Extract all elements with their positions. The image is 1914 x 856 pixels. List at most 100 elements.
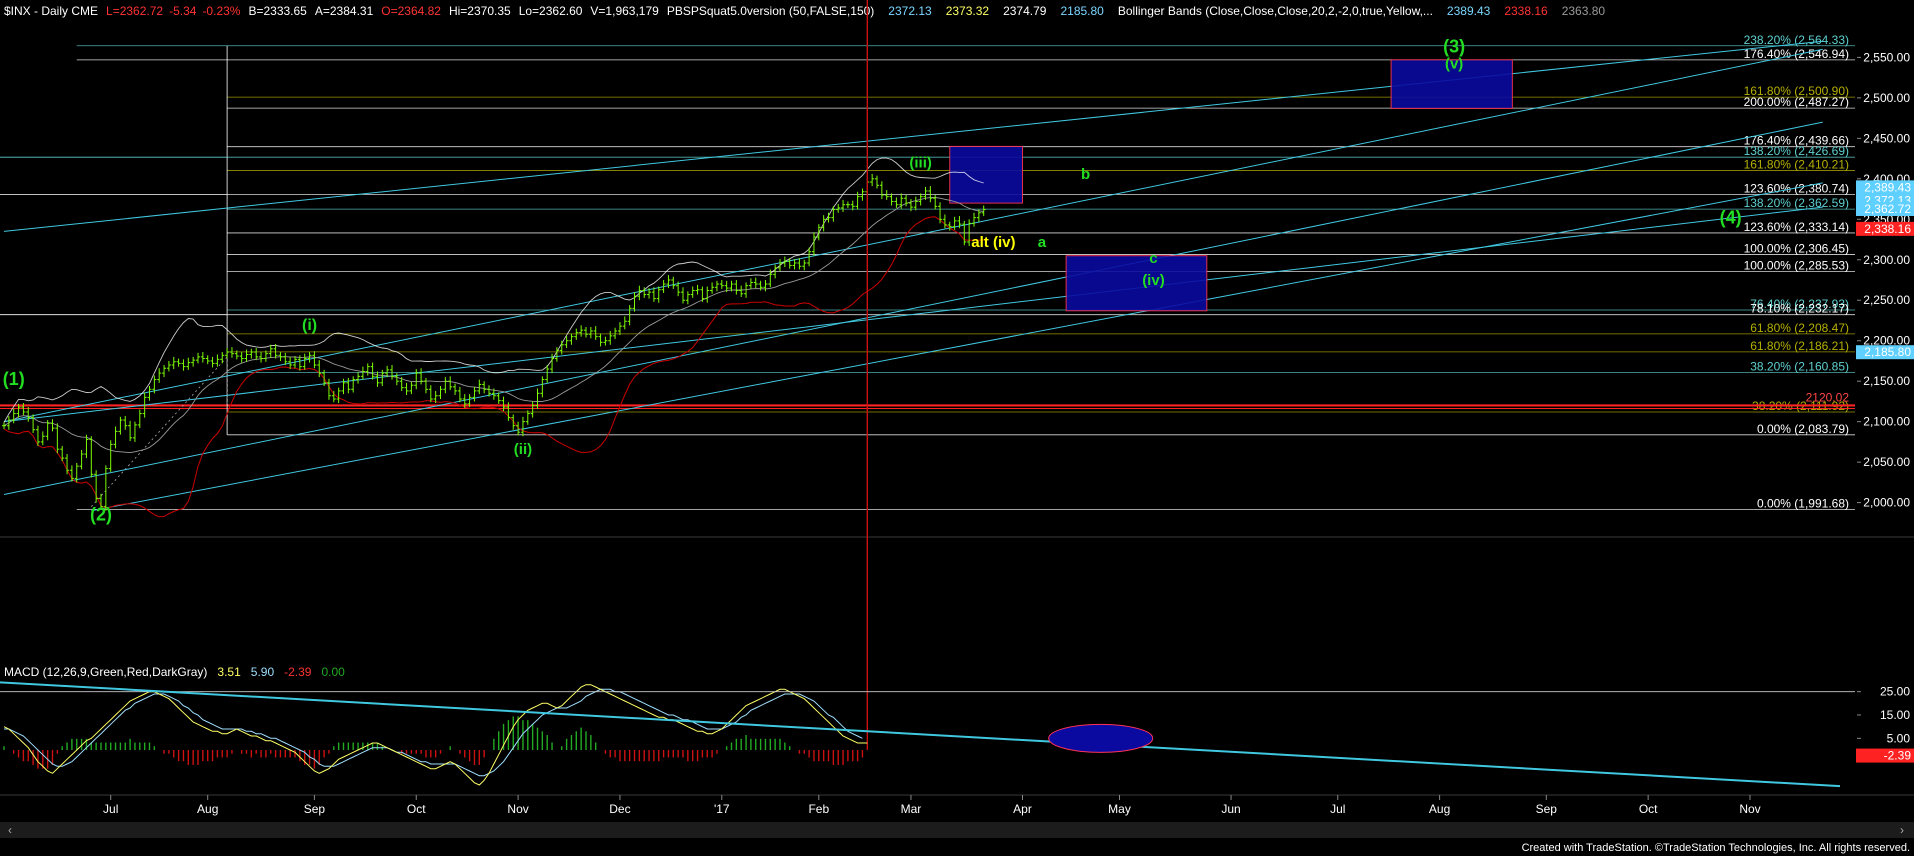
fib-level-label: 123.60% (2,333.14) (1744, 220, 1849, 234)
fib-level-label: 176.40% (2,546.94) (1744, 47, 1849, 61)
time-axis-label: Jul (103, 802, 118, 816)
macd-value-1: 3.51 (217, 665, 241, 679)
time-axis-label: Dec (609, 802, 630, 816)
bollinger-bands (3, 157, 984, 518)
macd-value-2: 5.90 (251, 665, 275, 679)
wave-label: c (1149, 250, 1157, 267)
fib-level-label: 123.60% (2,380.74) (1744, 181, 1849, 195)
price-axis-label: 2,250.00 (1863, 293, 1910, 307)
study-value-1: 2372.13 (888, 4, 932, 18)
price-axis-label: 2,150.00 (1863, 374, 1910, 388)
bid-price: B=2333.65 (248, 4, 307, 18)
bollinger-value-2: 2338.16 (1504, 4, 1548, 18)
fib-level-label: 200.00% (2,487.27) (1744, 95, 1849, 109)
macd-trend-line (0, 681, 1841, 788)
price-axis-label: 2,050.00 (1863, 455, 1910, 469)
symbol-label: $INX - Daily CME (4, 4, 98, 18)
wave-label: alt (iv) (971, 234, 1015, 251)
wave-label: (3) (1443, 37, 1465, 57)
fib-level-label: 0.00% (2,083.79) (1757, 422, 1849, 436)
ask-price: A=2384.31 (315, 4, 374, 18)
bollinger-middle-band (3, 197, 984, 454)
trend-channel-line (3, 40, 1823, 232)
macd-axis-label: 5.00 (1887, 731, 1911, 745)
time-axis-label: Apr (1013, 802, 1032, 816)
time-axis-label: Oct (407, 802, 426, 816)
time-axis-label: Aug (197, 802, 218, 816)
fib-level-label: 61.80% (2,186.21) (1750, 339, 1849, 353)
macd-tag-label: -2.39 (1884, 749, 1912, 763)
macd-signal-line (4, 688, 863, 777)
bollinger-value-3: 2363.80 (1562, 4, 1606, 18)
study-value-3: 2374.79 (1003, 4, 1047, 18)
study-value-2: 2373.32 (946, 4, 990, 18)
wave-label: (i) (302, 317, 317, 334)
wave-label: (1) (3, 369, 25, 389)
fib-level-label: 61.80% (2,208.47) (1750, 321, 1849, 335)
wave-labels: (1) (2) (i) (ii) (iii) b alt (iv) a c (iv) (3)(v) (… (3, 37, 1742, 525)
macd-line (3, 684, 868, 786)
price-bars (2, 173, 986, 511)
wave-label: (4) (1720, 207, 1742, 227)
macd-ellipse (1048, 723, 1154, 753)
fib-level-label: 238.20% (2,564.33) (1744, 33, 1849, 47)
scroll-left-icon[interactable]: ‹ (8, 823, 12, 837)
time-axis: Jul Aug Sep Oct Nov Dec '17 Feb Mar Apr May Jun Jul A… (103, 795, 1761, 816)
price-change-pct: -0.23% (202, 4, 240, 18)
fib-level-label: 138.20% (2,362.59) (1744, 196, 1849, 210)
time-axis-label: May (1108, 802, 1131, 816)
bollinger-label: Bollinger Bands (Close,Close,Close,20,2,… (1118, 4, 1433, 18)
last-price: L=2362.72 (106, 4, 163, 18)
footer-credit: Created with TradeStation. ©TradeStation… (1522, 842, 1910, 854)
price-tag-label: 2,362.72 (1864, 202, 1911, 216)
target-box (1065, 255, 1208, 312)
price-axis-label: 2,000.00 (1863, 496, 1910, 510)
chart-header: $INX - Daily CME L=2362.72 -5.34 -0.23% B=23… (4, 4, 1605, 18)
study-value-4: 2185.80 (1060, 4, 1104, 18)
time-axis-label: Aug (1429, 802, 1450, 816)
wave-label: (iv) (1142, 272, 1165, 289)
wave-label: (iii) (909, 154, 932, 171)
macd-header: MACD (12,26,9,Green,Red,DarkGray) 3.51 5.9… (4, 665, 345, 679)
low-price: Lo=2362.60 (519, 4, 583, 18)
horizontal-scrollbar[interactable]: ‹ › (0, 822, 1914, 838)
price-axis-label: 2,500.00 (1863, 91, 1910, 105)
time-axis-label: Jul (1330, 802, 1345, 816)
macd-value-4: 0.00 (321, 665, 345, 679)
scroll-right-icon[interactable]: › (1900, 823, 1904, 837)
time-axis-label: Nov (1739, 802, 1760, 816)
svg-text:$INX - Daily CMEL=2362.72-5.3: $INX - Daily CME L=2362.72 -5.34 -0.23% B=23… (4, 4, 1605, 18)
price-axis-label: 2,100.00 (1863, 415, 1910, 429)
study-label: PBSPSquat5.0version (50,FALSE,150) (667, 4, 874, 18)
red-level-label: 2120.02 (1806, 390, 1850, 404)
scrollbar-track[interactable] (0, 822, 1914, 838)
time-axis-label: Oct (1639, 802, 1658, 816)
price-axis: 2,550.002,500.002,450.002,400.002,350.00… (1856, 50, 1914, 510)
time-axis-label: Feb (808, 802, 829, 816)
price-tag-label: 2,185.80 (1864, 345, 1911, 359)
wave-label: (ii) (514, 441, 532, 458)
time-axis-label: Sep (1536, 802, 1558, 816)
wave-label: (v) (1445, 56, 1463, 73)
fib-level-label: 78.10% (2,232.17) (1750, 302, 1849, 316)
wave-label: (2) (90, 504, 112, 524)
high-price: Hi=2370.35 (449, 4, 511, 18)
macd-axis-label: 15.00 (1880, 708, 1910, 722)
price-axis-label: 2,550.00 (1863, 50, 1910, 64)
fib-level-label: 100.00% (2,285.53) (1744, 258, 1849, 272)
fib-level-label: 161.80% (2,410.21) (1744, 158, 1849, 172)
price-axis-label: 2,450.00 (1863, 131, 1910, 145)
time-axis-label: Jun (1221, 802, 1240, 816)
macd-label: MACD (12,26,9,Green,Red,DarkGray) (4, 665, 207, 679)
wave-label: a (1038, 234, 1047, 251)
price-axis-label: 2,300.00 (1863, 253, 1910, 267)
price-tag-label: 2,338.16 (1864, 222, 1911, 236)
trend-channel-line (3, 121, 1823, 496)
fib-level-label: 138.20% (2,426.69) (1744, 144, 1849, 158)
trend-channel-lines (3, 40, 1823, 512)
chart-canvas[interactable]: $INX - Daily CME L=2362.72 -5.34 -0.23% B=23… (0, 0, 1914, 856)
open-price: O=2364.82 (381, 4, 441, 18)
macd-axis-label: 25.00 (1880, 685, 1910, 699)
price-change: -5.34 (169, 4, 197, 18)
bollinger-lower-band (3, 216, 984, 518)
